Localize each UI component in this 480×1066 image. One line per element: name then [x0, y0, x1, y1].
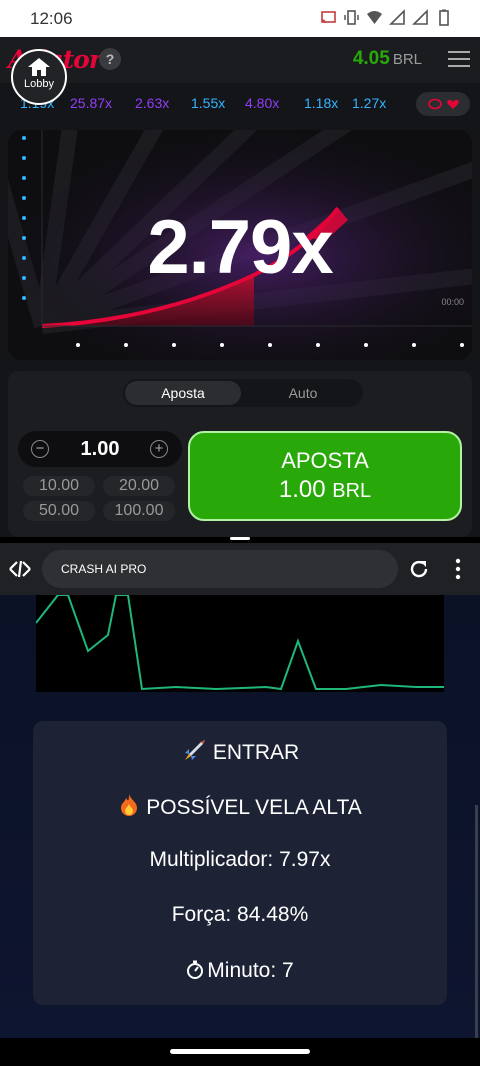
- history-item[interactable]: 4.80x: [245, 95, 279, 111]
- round-timer: 00:00: [441, 297, 464, 307]
- signal-high-candle-row: POSSÍVEL VELA ALTA: [33, 793, 447, 820]
- status-icons: [320, 9, 452, 26]
- reload-icon[interactable]: [408, 558, 430, 580]
- bet-button-currency: BRL: [332, 480, 372, 502]
- signal-multiplier: Multiplicador: 7.97x: [149, 848, 331, 871]
- split-handle[interactable]: [230, 537, 250, 540]
- home-gesture-bar[interactable]: [170, 1049, 310, 1054]
- chart-line: [35, 594, 444, 691]
- home-icon: [28, 58, 50, 76]
- prediction-line-chart: [35, 594, 444, 692]
- site-logo-icon: [9, 560, 31, 578]
- address-bar[interactable]: CRASH AI PRO: [42, 550, 398, 588]
- history-clock-icon: [428, 98, 442, 110]
- balance-currency: BRL: [392, 51, 422, 68]
- signal-card: ENTRAR POSSÍVEL VELA ALTA Multiplicador:…: [33, 721, 447, 1005]
- history-item[interactable]: 2.63x: [135, 95, 169, 111]
- lobby-button[interactable]: Lobby: [11, 49, 67, 105]
- signal-minute-row: Minuto: 7: [33, 959, 447, 983]
- signal-strength: Força: 84.48%: [171, 903, 309, 926]
- bet-button-label: APOSTA: [281, 448, 369, 473]
- history-item[interactable]: 1.27x: [352, 95, 386, 111]
- rocket-icon: [184, 740, 205, 760]
- stake-plus-button[interactable]: +: [150, 440, 168, 458]
- page-scrollbar[interactable]: [475, 805, 478, 1038]
- signal-enter: ENTRAR: [212, 741, 300, 764]
- status-bar: 12:06: [0, 0, 480, 37]
- lobby-label: Lobby: [24, 78, 54, 90]
- wifi-icon: [367, 11, 382, 24]
- bet-button-amount: 1.00: [278, 476, 326, 503]
- battery-icon: [439, 9, 449, 26]
- history-item[interactable]: 1.55x: [191, 95, 225, 111]
- signal-high-candle: POSSÍVEL VELA ALTA: [146, 796, 362, 819]
- cast-icon: [321, 11, 336, 24]
- vibrate-icon: [344, 10, 359, 25]
- history-toggle-button[interactable]: [416, 92, 470, 116]
- stake-minus-button[interactable]: −: [31, 440, 49, 458]
- hamburger-menu-icon[interactable]: [448, 51, 470, 67]
- stopwatch-icon: [187, 960, 204, 979]
- heart-icon: [447, 99, 459, 109]
- more-options-icon[interactable]: [453, 558, 463, 580]
- current-multiplier: 2.79x: [147, 205, 333, 290]
- signal-icon: [389, 9, 405, 25]
- place-bet-button[interactable]: APOSTA 1.00 BRL: [188, 431, 462, 521]
- stake-input[interactable]: 1.00: [58, 438, 142, 461]
- quick-amount-button[interactable]: 10.00: [23, 476, 95, 496]
- help-button[interactable]: ?: [99, 48, 121, 70]
- quick-amount-button[interactable]: 50.00: [23, 501, 95, 521]
- balance-amount: 4.05: [352, 48, 390, 69]
- game-stage: 2.79x 00:00: [8, 130, 472, 360]
- signal-minute: Minuto: 7: [207, 959, 294, 982]
- address-text: CRASH AI PRO: [61, 562, 147, 576]
- game-topbar: Aviator ? 4.05BRL: [0, 37, 480, 83]
- web-page: ENTRAR POSSÍVEL VELA ALTA Multiplicador:…: [0, 594, 480, 1038]
- balance: 4.05 BRL: [353, 48, 422, 70]
- system-nav-bar: [0, 1038, 480, 1066]
- bet-panel: Aposta Auto − 1.00 + 10.00 20.00 50.00 1…: [8, 371, 472, 537]
- bet-button-amount-line: 1.00 BRL: [190, 476, 460, 504]
- bet-tabs: Aposta Auto: [123, 379, 363, 407]
- aviator-game: Aviator ? 4.05BRL Lobby 1.19x 25.87x 2.6…: [0, 37, 480, 537]
- fire-icon: [121, 794, 138, 816]
- stake-stepper: − 1.00 +: [18, 431, 182, 467]
- quick-amount-button[interactable]: 100.00: [103, 501, 175, 521]
- signal-enter-row: ENTRAR: [33, 738, 447, 765]
- history-item[interactable]: 25.87x: [70, 95, 112, 111]
- history-item[interactable]: 1.18x: [304, 95, 338, 111]
- quick-amount-button[interactable]: 20.00: [103, 476, 175, 496]
- status-time: 12:06: [30, 9, 73, 28]
- browser-toolbar: CRASH AI PRO: [0, 543, 480, 595]
- tab-aposta[interactable]: Aposta: [125, 381, 241, 405]
- signal-icon-2: [412, 9, 428, 25]
- tab-auto[interactable]: Auto: [245, 381, 361, 405]
- multiplier-history: 1.19x 25.87x 2.63x 1.55x 4.80x 1.18x 1.2…: [0, 89, 480, 117]
